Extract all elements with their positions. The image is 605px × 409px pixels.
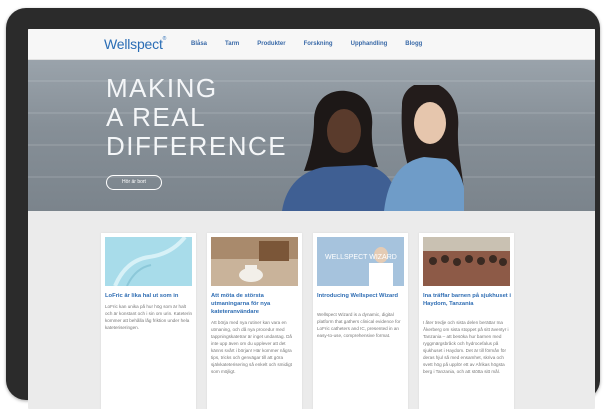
coffee-table-photo	[211, 237, 298, 282]
hero-headline-line: A REAL	[106, 102, 207, 132]
card-text: Wellspect Wizard is a dynamic, digital p…	[317, 312, 401, 338]
wizard-overlay-text: WELLSPECT WIZARD	[325, 254, 397, 261]
hero-headline-line: DIFFERENCE	[106, 131, 288, 161]
device-frame: Wellspect® Blåsa Tarm Produkter Forsknin…	[6, 8, 600, 409]
card-title[interactable]: Att möta de största utmaningarna för nya…	[211, 292, 299, 316]
article-card[interactable]: Att möta de största utmaningarna för nya…	[207, 233, 302, 409]
card-title[interactable]: LoFric är lika hal ut som in	[105, 292, 193, 300]
hero-headline-line: MAKING	[106, 73, 218, 103]
children-group-photo	[423, 237, 510, 286]
nav-link-forskning[interactable]: Forskning	[304, 41, 333, 47]
hero-banner: MAKING A REAL DIFFERENCE Hör är bort	[28, 60, 595, 211]
card-text: I åter tredje och sista delen berättar I…	[423, 320, 509, 374]
card-image-children	[423, 237, 510, 286]
card-image-coffee	[211, 237, 298, 286]
catheter-illustration	[113, 237, 187, 286]
nav-link-blogg[interactable]: Blogg	[405, 41, 422, 47]
article-card[interactable]: LoFric är lika hal ut som in LoFric kan …	[101, 233, 196, 409]
article-card[interactable]: Ina träffar barnen på sjukhuset i Haydom…	[419, 233, 514, 409]
nav-link-tarm[interactable]: Tarm	[225, 41, 239, 47]
hero-headline: MAKING A REAL DIFFERENCE	[106, 74, 287, 161]
card-image-lofric	[105, 237, 192, 286]
hero-photo-people	[282, 85, 464, 211]
main-navigation: Blåsa Tarm Produkter Forskning Upphandli…	[191, 41, 440, 47]
site-header: Wellspect® Blåsa Tarm Produkter Forsknin…	[28, 29, 595, 60]
card-text: LoFric kan unika på hur hög som är halt …	[105, 304, 193, 330]
nav-link-upphandling[interactable]: Upphandling	[351, 41, 388, 47]
nav-link-produkter[interactable]: Produkter	[257, 41, 285, 47]
hero-cta-button[interactable]: Hör är bort	[106, 175, 162, 190]
nav-link-blasa[interactable]: Blåsa	[191, 41, 207, 47]
card-title[interactable]: Introducing Wellspect Wizard	[317, 292, 405, 300]
card-text: Att börja med nya rutiner kan vara en ut…	[211, 320, 292, 374]
wellspect-logo[interactable]: Wellspect®	[104, 36, 166, 52]
article-card[interactable]: WELLSPECT WIZARD Introducing Wellspect W…	[313, 233, 408, 409]
card-title[interactable]: Ina träffar barnen på sjukhuset i Haydom…	[423, 292, 511, 308]
card-image-wizard: WELLSPECT WIZARD	[317, 237, 404, 286]
browser-screen: Wellspect® Blåsa Tarm Produkter Forsknin…	[28, 29, 595, 409]
wizard-banner-photo: WELLSPECT WIZARD	[317, 237, 404, 286]
